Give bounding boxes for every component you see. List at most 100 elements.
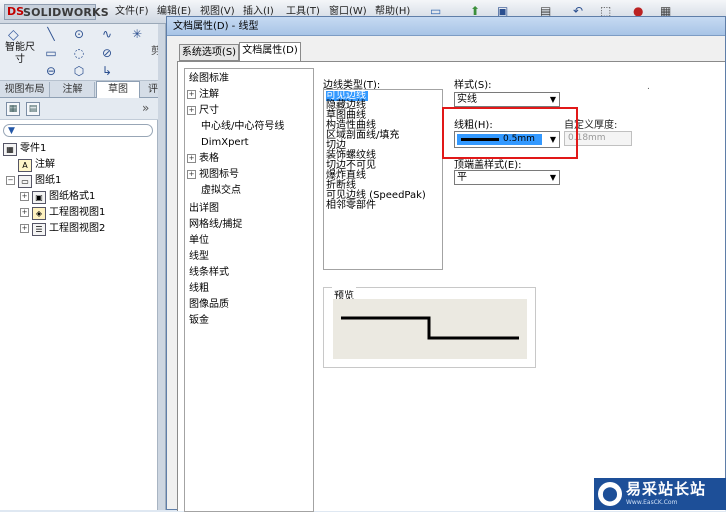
filter-input[interactable]: ▼	[3, 124, 153, 137]
filter-icon: ▼	[8, 126, 15, 136]
nav-drafting-standard[interactable]: 绘图标准	[189, 71, 229, 87]
polygon-icon[interactable]: ⬡	[72, 64, 86, 78]
circle-icon[interactable]: ⊙	[72, 27, 86, 41]
nav-label: 视图标号	[199, 169, 239, 180]
preview-group: 预览	[323, 287, 536, 368]
end-cap-dropdown[interactable]: 平 ▼	[454, 170, 560, 185]
preview-area	[333, 299, 527, 359]
smart-dimension-label[interactable]: 智能尺寸	[4, 42, 36, 66]
nav-sheet-metal[interactable]: 钣金	[189, 313, 209, 329]
expand-icon[interactable]: +	[187, 154, 196, 163]
logo-mark: DS	[7, 5, 25, 18]
style-value: 实线	[457, 94, 477, 105]
ellipse-icon[interactable]: ⊘	[100, 46, 114, 60]
rectangle-icon[interactable]: ▭	[44, 46, 58, 60]
document-properties-dialog: 文档属性(D) - 线型 系统选项(S) 文档属性(D) 绘图标准 + 注解 + 尺…	[166, 16, 726, 512]
nav-dimxpert[interactable]: DimXpert	[201, 135, 249, 151]
preview-line-graphic	[341, 316, 519, 340]
property-nav-list: 绘图标准 + 注解 + 尺寸 中心线/中心符号线 DimXpert + 表格 + 视图标…	[184, 68, 314, 512]
drawing-view-icon: ◈	[32, 207, 46, 220]
tab-view-layout[interactable]: 视图布局	[0, 82, 50, 97]
drawing-icon: ▦	[3, 143, 17, 156]
tree-item-label: 图纸格式1	[49, 191, 96, 202]
tree-item-sheet-format[interactable]: + ▣ 图纸格式1	[20, 189, 95, 205]
tree-item-label: 图纸1	[35, 175, 62, 186]
tree-item-part[interactable]: ▦ 零件1	[3, 141, 46, 157]
offset-icon[interactable]: ↳	[100, 64, 114, 78]
feature-manager-panel: ▦ ▤ » ▼ ▦ 零件1 A 注解 − ▭ 图纸1 + ▣ 图纸格式1 + ◈ 工程图视图1 …	[0, 98, 158, 510]
feature-tree-icon[interactable]: ▦	[6, 102, 20, 116]
expand-icon[interactable]: +	[20, 224, 29, 233]
expand-icon[interactable]: +	[187, 106, 196, 115]
tab-annotation[interactable]: 注解	[51, 82, 95, 97]
annotation-icon: A	[18, 159, 32, 172]
nav-label: 尺寸	[199, 105, 219, 116]
nav-image-quality[interactable]: 图像品质	[189, 297, 229, 313]
watermark-logo-icon: ⬤	[598, 482, 622, 506]
tree-item-label: 工程图视图1	[49, 207, 106, 218]
nav-virtual-sharps[interactable]: 虚拟交点	[201, 183, 241, 199]
tree-item-label: 注解	[35, 159, 55, 170]
command-manager: ◇ 智能尺寸 ╲ ⊙ ∿ ✳ ▭ ◌ ⊘ ⊖ ⬡ ↳ 剪	[0, 24, 166, 81]
nav-annotations[interactable]: + 注解	[187, 87, 219, 103]
graphics-area-edge	[158, 24, 166, 510]
sheet-icon: ▭	[18, 175, 32, 188]
dialog-title-bar[interactable]: 文档属性(D) - 线型	[167, 17, 725, 36]
smart-dimension-icon[interactable]: ◇	[8, 27, 26, 43]
style-label: 样式(S):	[454, 80, 492, 91]
logo-text: SOLIDWORKS	[23, 6, 109, 19]
nav-units[interactable]: 单位	[189, 233, 209, 249]
tab-system-options[interactable]: 系统选项(S)	[179, 44, 239, 61]
arc-icon[interactable]: ◌	[72, 46, 86, 60]
drawing-view-icon: ☰	[32, 223, 46, 236]
expand-icon[interactable]: +	[20, 208, 29, 217]
feature-manager-toolbar: ▦ ▤ »	[0, 98, 158, 120]
stray-dot: .	[647, 82, 650, 92]
line-icon[interactable]: ╲	[44, 27, 58, 41]
tab-page: 绘图标准 + 注解 + 尺寸 中心线/中心符号线 DimXpert + 表格 + 视图标…	[177, 61, 725, 512]
nav-line-font[interactable]: 线型	[189, 249, 209, 265]
tree-item-sheet[interactable]: − ▭ 图纸1	[6, 173, 61, 189]
dialog-title: 文档属性(D) - 线型	[173, 21, 259, 32]
edge-type-list[interactable]: 可见边线 隐藏边线 草图曲线 构造性曲线 区域剖面线/填充 切边 装饰螺纹线 切…	[323, 89, 443, 270]
dropdown-arrow-icon: ▼	[549, 173, 556, 182]
nav-centerlines[interactable]: 中心线/中心符号线	[201, 119, 284, 135]
nav-line-thickness[interactable]: 线粗	[189, 281, 209, 297]
point-icon[interactable]: ✳	[130, 27, 144, 41]
expand-panel-icon[interactable]: »	[142, 101, 149, 115]
expand-icon[interactable]: +	[187, 170, 196, 179]
tree-item-drawing-view-1[interactable]: + ◈ 工程图视图1	[20, 205, 105, 221]
end-cap-value: 平	[457, 172, 467, 183]
nav-line-style[interactable]: 线条样式	[189, 265, 229, 281]
nav-tables[interactable]: + 表格	[187, 151, 219, 167]
nav-label: 注解	[199, 89, 219, 100]
nav-view-labels[interactable]: + 视图标号	[187, 167, 239, 183]
watermark: ⬤ 易采站长站 Www.EasCK.Com	[594, 478, 726, 510]
tab-document-properties[interactable]: 文档属性(D)	[239, 42, 301, 62]
menu-file[interactable]: 文件(F)	[115, 5, 149, 19]
style-dropdown[interactable]: 实线 ▼	[454, 92, 560, 107]
edge-type-item[interactable]: 相邻零部件	[326, 201, 376, 211]
nav-grid-snap[interactable]: 网格线/捕捉	[189, 217, 242, 233]
sheet-format-icon: ▣	[32, 191, 46, 204]
nav-label: 表格	[199, 153, 219, 164]
collapse-icon[interactable]: −	[6, 176, 15, 185]
tab-sketch[interactable]: 草图	[96, 81, 140, 98]
tree-item-label: 工程图视图2	[49, 223, 106, 234]
command-tabs: 视图布局 注解 草图 评	[0, 81, 166, 98]
nav-dimensions[interactable]: + 尺寸	[187, 103, 219, 119]
tree-item-annotation[interactable]: A 注解	[18, 157, 55, 173]
tree-item-label: 零件1	[20, 143, 47, 154]
watermark-text: 易采站长站	[626, 480, 707, 498]
nav-detailing[interactable]: 出详图	[189, 201, 219, 217]
watermark-url: Www.EasCK.Com	[626, 499, 678, 506]
tree-item-drawing-view-2[interactable]: + ☰ 工程图视图2	[20, 221, 105, 237]
expand-icon[interactable]: +	[187, 90, 196, 99]
solidworks-logo[interactable]: DS SOLIDWORKS	[4, 4, 109, 20]
highlight-box	[442, 107, 578, 159]
spline-icon[interactable]: ∿	[100, 27, 114, 41]
slot-icon[interactable]: ⊖	[44, 64, 58, 78]
dropdown-arrow-icon: ▼	[549, 95, 556, 104]
property-manager-icon[interactable]: ▤	[26, 102, 40, 116]
expand-icon[interactable]: +	[20, 192, 29, 201]
